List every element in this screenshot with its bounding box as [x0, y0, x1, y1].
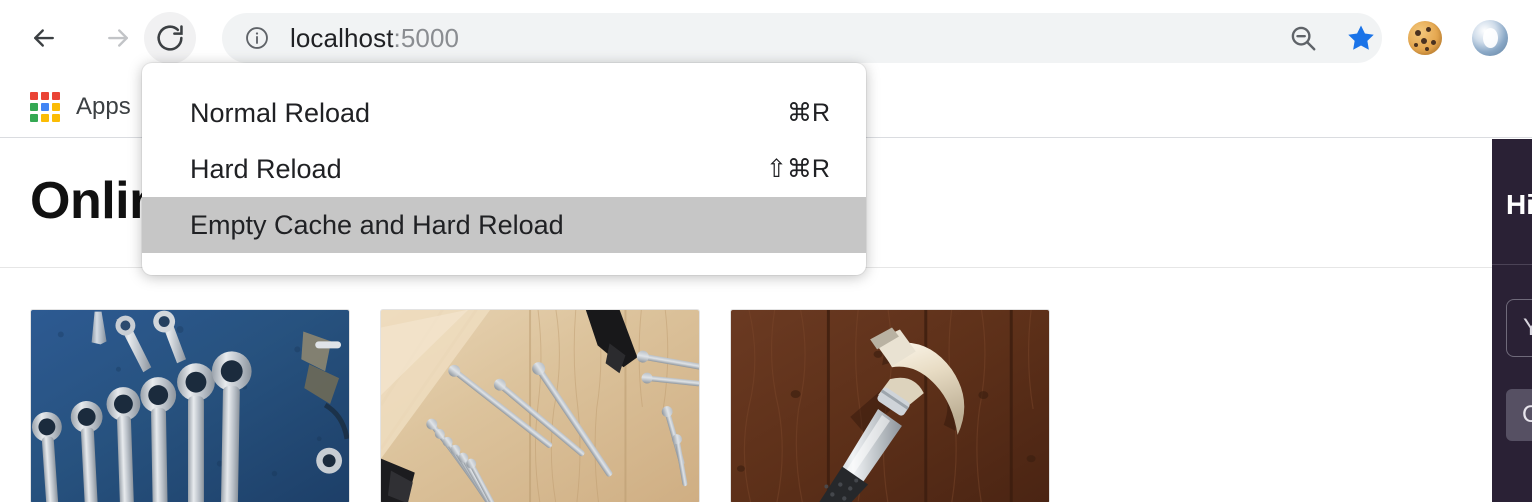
forward-arrow-icon — [108, 29, 128, 47]
cookie-extension-icon[interactable] — [1408, 21, 1442, 55]
site-info-icon[interactable] — [244, 25, 270, 51]
bookmark-button[interactable] — [1336, 13, 1386, 63]
back-button[interactable] — [18, 12, 70, 64]
star-filled-icon — [1348, 25, 1374, 50]
bookmark-label: Apps — [76, 93, 131, 120]
side-panel-input[interactable]: Yo — [1506, 299, 1532, 357]
menu-item-label: Empty Cache and Hard Reload — [190, 209, 564, 240]
bookmark-item-apps[interactable]: Apps — [20, 86, 141, 128]
product-card-hammer[interactable] — [730, 309, 1050, 502]
side-panel: Hi, Yo C — [1492, 139, 1532, 502]
side-panel-button[interactable]: C — [1506, 389, 1532, 441]
reload-button[interactable] — [144, 12, 196, 64]
apps-grid-icon — [30, 92, 60, 122]
side-panel-divider — [1492, 264, 1532, 265]
wrenches-image — [31, 310, 349, 502]
nails-image — [381, 310, 699, 502]
product-card-nails[interactable] — [380, 309, 700, 502]
url-host: localhost — [290, 22, 394, 53]
menu-item-accelerator: ⌘R — [786, 99, 830, 127]
reload-icon — [157, 25, 183, 51]
address-bar[interactable]: localhost:5000 — [222, 13, 1382, 63]
forward-button[interactable] — [92, 12, 144, 64]
browser-window: localhost:5000 Apps Online Hi Y C Norma… — [0, 0, 1532, 502]
menu-item-label: Hard Reload — [190, 153, 342, 184]
back-arrow-icon — [34, 29, 54, 47]
zoom-out-button[interactable] — [1278, 13, 1328, 63]
menu-item-label: Normal Reload — [190, 97, 371, 128]
url-port: :5000 — [393, 22, 460, 53]
product-card-row — [0, 309, 1492, 502]
reload-context-menu: Normal Reload ⌘R Hard Reload ⇧⌘R Empty C… — [142, 63, 866, 275]
menu-item-normal-reload[interactable]: Normal Reload ⌘R — [142, 85, 866, 141]
side-panel-greeting: Hi, — [1506, 189, 1532, 220]
profile-avatar[interactable] — [1472, 20, 1508, 56]
menu-item-hard-reload[interactable]: Hard Reload ⇧⌘R — [142, 141, 866, 197]
toolbar-actions — [1278, 13, 1514, 63]
hammer-image — [731, 310, 1049, 502]
menu-item-empty-cache-and-hard-reload[interactable]: Empty Cache and Hard Reload — [142, 197, 866, 253]
menu-item-accelerator: ⇧⌘R — [765, 155, 830, 183]
product-card-wrenches[interactable] — [30, 309, 350, 502]
zoom-out-icon — [1291, 26, 1316, 51]
